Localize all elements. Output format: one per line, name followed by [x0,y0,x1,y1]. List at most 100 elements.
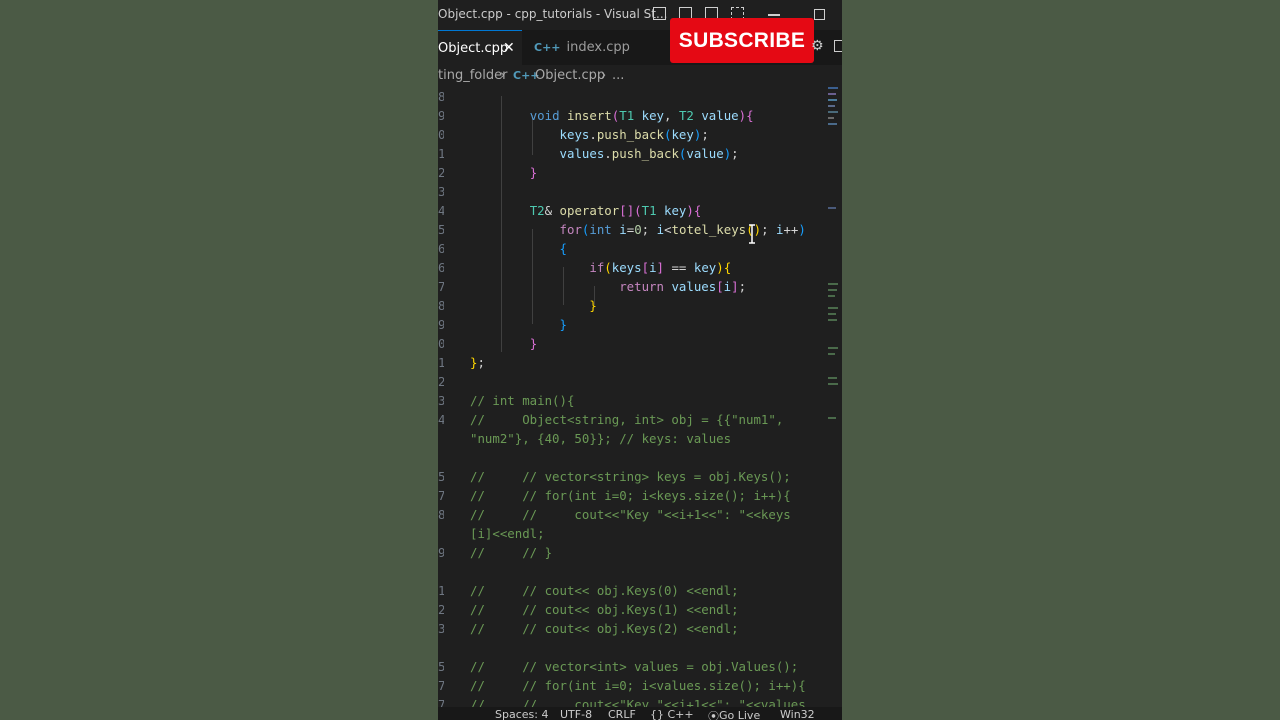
line-content: if(keys[i] == key){ [589,260,732,275]
tab-index-cpp[interactable]: C++ index.cpp [534,30,644,65]
code-line[interactable]: 3 [438,182,828,201]
breadcrumb-separator: › [500,68,506,83]
code-line[interactable]: 7 // // for(int i=0; i<values.size(); i++… [438,676,828,695]
code-line[interactable]: 2 [438,372,828,391]
status-bar: Spaces: 4 UTF-8 CRLF {} C++ ⦿ Go Live Wi… [438,707,842,720]
cpp-file-icon: C++ [534,41,561,54]
line-content: "num2"}, {40, 50}}; // keys: values [470,431,732,446]
code-line[interactable]: 9 // // } [438,543,828,562]
line-content: // // cout<<"Key "<<i+1<<": "<<keys [470,507,791,522]
line-content: values.push_back(value); [559,146,739,161]
code-line[interactable]: 8 } [438,296,828,315]
line-content: // // for(int i=0; i<values.size(); i++)… [470,678,806,693]
code-line[interactable]: 6 { [438,239,828,258]
code-line[interactable]: 7 // // for(int i=0; i<keys.size(); i++){ [438,486,828,505]
status-indentation[interactable]: Spaces: 4 [495,708,548,720]
breadcrumb-file[interactable]: Object.cpp [535,65,605,87]
breadcrumb-folder[interactable]: ting_folder [438,65,507,87]
code-line[interactable]: 4 // Object<string, int> obj = {{"num1", [438,410,828,429]
line-content: // // vector<string> keys = obj.Keys(); [470,469,791,484]
line-number: 2 [438,602,444,617]
code-line[interactable]: 8 // // cout<<"Key "<<i+1<<": "<<keys [438,505,828,524]
code-line[interactable]: 9 void insert(T1 key, T2 value){ [438,106,828,125]
code-line[interactable]: 4 T2& operator[](T1 key){ [438,201,828,220]
tab-label: index.cpp [566,40,630,55]
minimap[interactable] [828,87,840,427]
line-content: T2& operator[](T1 key){ [529,203,702,218]
line-number: 9 [438,108,444,123]
code-line[interactable]: 1}; [438,353,828,372]
toggle-sidebar-icon[interactable] [653,7,666,20]
subscribe-button[interactable]: SUBSCRIBE [670,18,814,63]
status-golive[interactable]: ⦿ Go Live [708,708,760,720]
code-line[interactable]: 5 for(int i=0; i<totel_keys(); i++) [438,220,828,239]
minimize-icon[interactable] [768,14,780,16]
line-number: 1 [438,355,444,370]
status-platform[interactable]: Win32 [780,708,815,720]
line-number: 7 [438,488,444,503]
line-number: 3 [438,393,444,408]
line-number: 5 [438,659,444,674]
line-number: 6 [438,260,444,275]
vscode-window: Object.cpp - cpp_tutorials - Visual St..… [438,0,842,720]
code-line[interactable]: 3 // // cout<< obj.Keys(2) <<endl; [438,619,828,638]
line-number: 8 [438,298,444,313]
breadcrumb-separator: › [601,68,607,83]
code-line[interactable]: 6 if(keys[i] == key){ [438,258,828,277]
code-line[interactable]: 8 [438,87,828,106]
split-editor-icon[interactable] [834,40,842,52]
code-line[interactable]: "num2"}, {40, 50}}; // keys: values [438,429,828,448]
breadcrumb: ting_folder › C++ Object.cpp › ... [438,65,842,87]
line-number: 0 [438,127,444,142]
window-title: Object.cpp - cpp_tutorials - Visual St..… [438,7,668,21]
line-number: 3 [438,184,444,199]
code-line[interactable]: 0 keys.push_back(key); [438,125,828,144]
code-line[interactable]: 5 // // vector<int> values = obj.Values()… [438,657,828,676]
line-number: 6 [438,241,444,256]
code-line[interactable]: 7 return values[i]; [438,277,828,296]
line-number: 4 [438,203,444,218]
gear-icon[interactable]: ⚙ [811,38,824,54]
line-number: 5 [438,469,444,484]
line-content: } [559,317,567,332]
line-content: keys.push_back(key); [559,127,709,142]
line-content: void insert(T1 key, T2 value){ [529,108,754,123]
line-number: 9 [438,545,444,560]
line-content: // // } [470,545,553,560]
code-line[interactable] [438,448,828,467]
video-backdrop-right [842,0,1280,720]
status-language[interactable]: {} C++ [650,708,694,720]
code-line[interactable]: 1 values.push_back(value); [438,144,828,163]
code-line[interactable]: 9 } [438,315,828,334]
line-content: [i]<<endl; [470,526,545,541]
code-editor[interactable]: 89 void insert(T1 key, T2 value){0 keys.… [438,87,842,712]
close-icon[interactable]: ✕ [503,31,515,66]
line-content: // int main(){ [470,393,575,408]
line-content: // // cout<< obj.Keys(2) <<endl; [470,621,739,636]
code-line[interactable]: 0 } [438,334,828,353]
tab-object-cpp[interactable]: Object.cpp ✕ [438,30,522,65]
code-line[interactable]: 2 } [438,163,828,182]
maximize-icon[interactable] [814,9,825,20]
code-line[interactable]: 5 // // vector<string> keys = obj.Keys(); [438,467,828,486]
line-content: { [559,241,567,256]
line-content: // Object<string, int> obj = {{"num1", [470,412,784,427]
code-line[interactable]: 1 // // cout<< obj.Keys(0) <<endl; [438,581,828,600]
code-line[interactable]: [i]<<endl; [438,524,828,543]
code-line[interactable] [438,638,828,657]
breadcrumb-symbol[interactable]: ... [612,65,624,87]
line-number: 9 [438,317,444,332]
code-line[interactable]: 3 // int main(){ [438,391,828,410]
line-number: 1 [438,583,444,598]
code-line[interactable] [438,562,828,581]
video-backdrop-left [0,0,438,720]
code-line[interactable]: 2 // // cout<< obj.Keys(1) <<endl; [438,600,828,619]
line-number: 8 [438,507,444,522]
line-content: }; [470,355,485,370]
line-number: 5 [438,222,444,237]
tab-label: Object.cpp [438,41,509,56]
status-encoding[interactable]: UTF-8 [560,708,592,720]
line-number: 3 [438,621,444,636]
line-number: 4 [438,412,444,427]
status-eol[interactable]: CRLF [608,708,636,720]
